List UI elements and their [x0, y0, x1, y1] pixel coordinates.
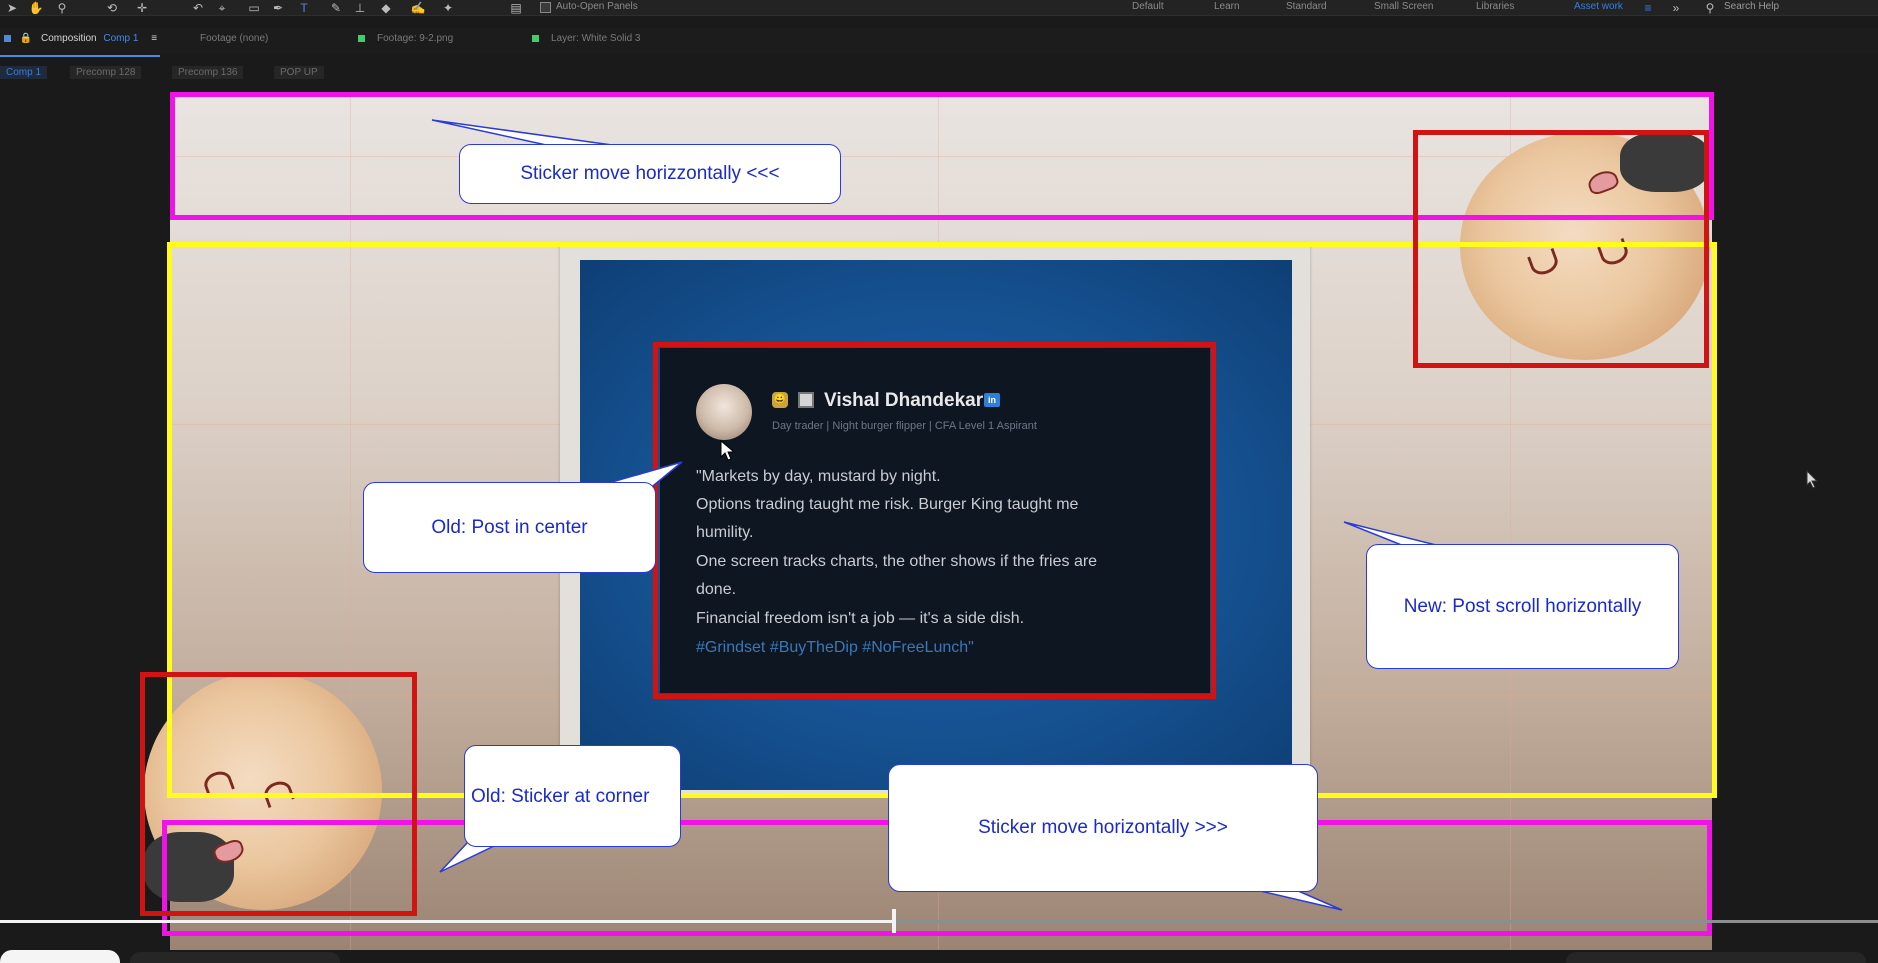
mouse-cursor-icon — [720, 439, 736, 461]
player-control-pill[interactable] — [130, 952, 340, 963]
callout-top-sticker: Sticker move horizzontally <<< — [459, 144, 841, 204]
callout-tail-new-post — [1343, 521, 1441, 547]
video-progress-bar[interactable] — [0, 909, 1878, 933]
callout-new-post: New: Post scroll horizontally — [1366, 544, 1679, 669]
callout-old-post: Old: Post in center — [363, 482, 656, 573]
callout-bottom-sticker: Sticker move horizontally >>> — [888, 764, 1318, 892]
callout-tail-bottom — [1255, 889, 1343, 911]
player-control-pill[interactable] — [0, 950, 120, 963]
callout-old-sticker: Old: Sticker at corner — [464, 745, 681, 847]
mouse-cursor-icon — [1806, 469, 1819, 489]
player-control-pill[interactable] — [1566, 952, 1866, 963]
video-progress-handle[interactable] — [891, 909, 896, 933]
video-progress-played — [0, 920, 894, 923]
